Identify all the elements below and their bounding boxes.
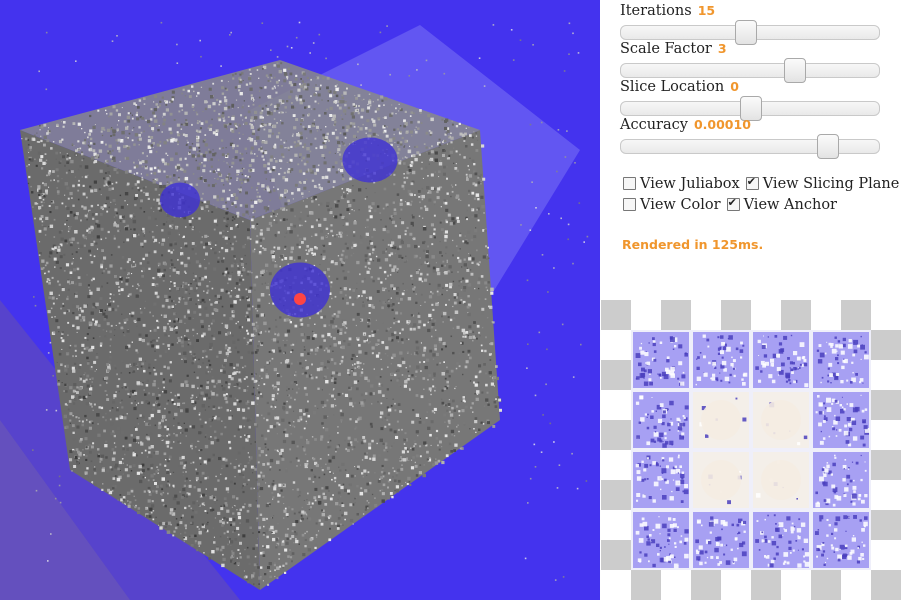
view-anchor-checkbox[interactable]	[726, 196, 740, 211]
fractal-render[interactable]	[0, 0, 600, 600]
control-panel: Iterations 15 Scale Factor 3 Slice Locatio…	[601, 0, 901, 600]
iterations-value: 15	[697, 3, 716, 18]
render-time-status: Rendered in 125ms.	[622, 237, 764, 252]
slice-location-label: Slice Location 0	[620, 79, 739, 95]
slice-preview-image	[601, 300, 901, 600]
scale-factor-control: Scale Factor 3	[620, 41, 882, 83]
slice-location-slider[interactable]	[620, 96, 880, 121]
view-juliabox-label: View Juliabox	[640, 175, 740, 192]
scale-factor-value: 3	[717, 41, 727, 56]
iterations-label: Iterations 15	[620, 3, 716, 19]
iterations-control: Iterations 15	[620, 3, 882, 45]
slice-location-value: 0	[730, 79, 739, 94]
view-slicing-plane-label: View Slicing Plane	[762, 175, 900, 192]
view-slicing-plane-option[interactable]: View Slicing Plane	[745, 175, 900, 192]
accuracy-slider[interactable]	[620, 134, 880, 159]
view-slicing-plane-checkbox[interactable]	[745, 175, 759, 190]
view-anchor-label: View Anchor	[743, 196, 837, 213]
view-options: View Juliabox View Slicing Plane View Co…	[623, 173, 901, 215]
view-juliabox-option[interactable]: View Juliabox	[623, 176, 740, 192]
view-color-label: View Color	[640, 196, 721, 213]
view-anchor-option[interactable]: View Anchor	[726, 196, 837, 213]
iterations-slider[interactable]	[620, 20, 880, 45]
scale-factor-label: Scale Factor 3	[620, 41, 727, 57]
fractal-3d-viewport[interactable]	[0, 0, 600, 600]
accuracy-label: Accuracy 0.00010	[620, 117, 751, 133]
view-juliabox-checkbox[interactable]	[623, 177, 636, 190]
accuracy-slider-thumb[interactable]	[817, 134, 840, 159]
view-color-checkbox[interactable]	[623, 198, 636, 211]
view-color-option[interactable]: View Color	[623, 197, 721, 213]
accuracy-control: Accuracy 0.00010	[620, 117, 882, 159]
slice-location-control: Slice Location 0	[620, 79, 882, 121]
accuracy-value: 0.00010	[693, 117, 751, 132]
scale-factor-slider[interactable]	[620, 58, 880, 83]
